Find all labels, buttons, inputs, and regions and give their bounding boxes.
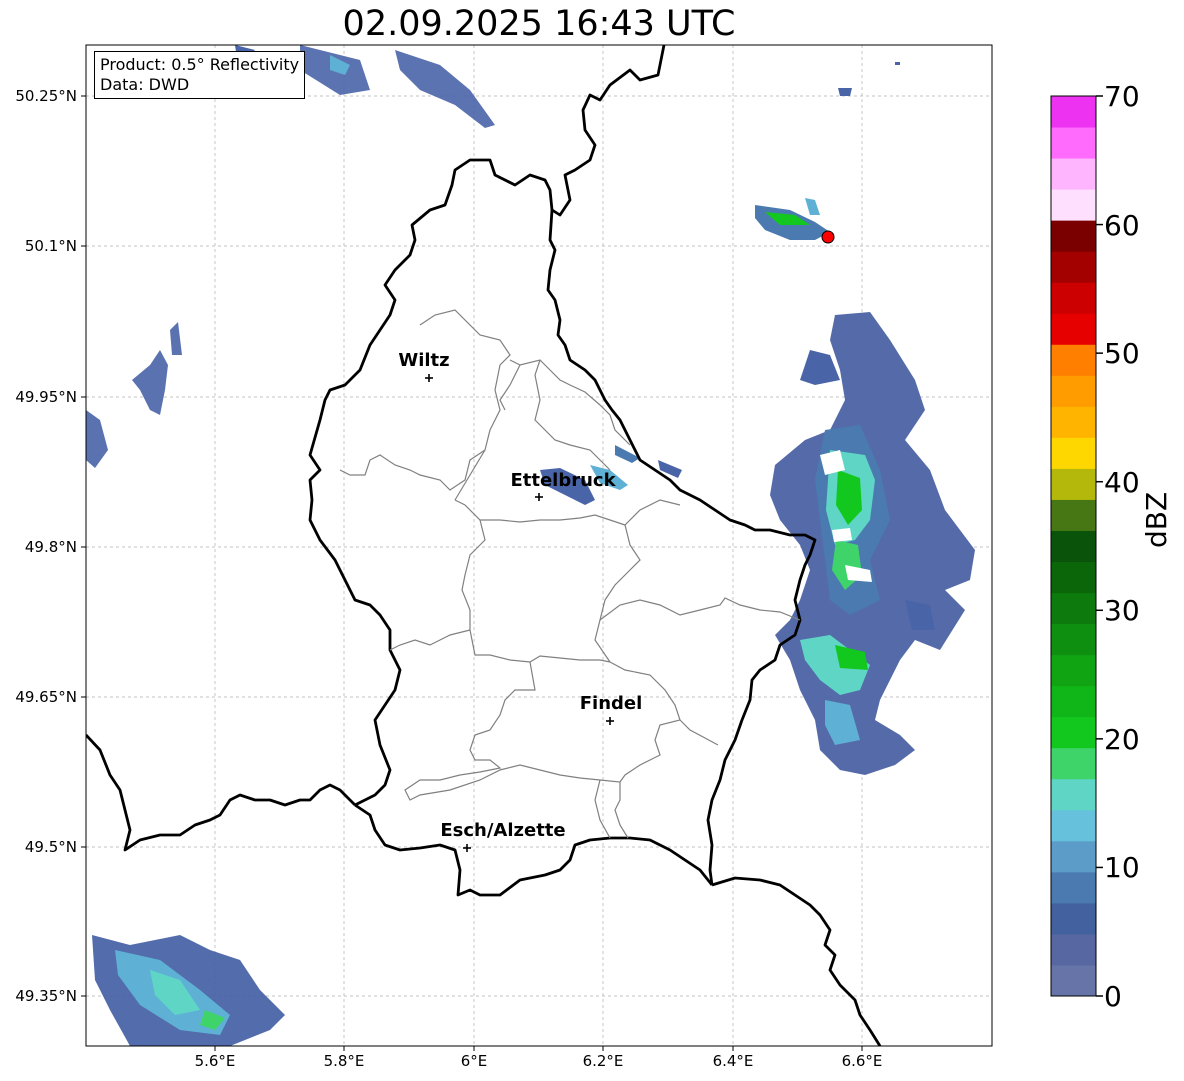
colorbar-segment (1051, 871, 1096, 904)
lon-label: 6.6°E (841, 1052, 883, 1070)
colorbar-segment (1051, 778, 1096, 811)
colorbar-segment (1051, 251, 1096, 283)
lon-label: 6.4°E (712, 1052, 754, 1070)
colorbar-segment (1051, 189, 1096, 221)
axis-ticks (81, 95, 863, 1051)
lat-label: 49.5°N (24, 838, 77, 856)
colorbar-segment (1051, 902, 1096, 935)
city-label-findel: Findel (579, 693, 643, 714)
colorbar-tick-label: 0 (1104, 980, 1122, 1013)
colorbar-segment (1051, 499, 1096, 531)
lon-label: 5.8°E (323, 1052, 365, 1070)
colorbar-segment (1051, 437, 1096, 469)
lat-label: 50.25°N (15, 87, 77, 105)
colorbar-tick-label: 40 (1104, 466, 1140, 499)
colorbar (1050, 95, 1097, 997)
lat-label: 50.1°N (24, 237, 77, 255)
lon-label: 5.6°E (194, 1052, 236, 1070)
radar-map[interactable] (0, 0, 1184, 1081)
colorbar-segment (1051, 406, 1096, 438)
colorbar-unit: dBZ (1140, 491, 1173, 548)
colorbar-tick-label: 20 (1104, 723, 1140, 756)
colorbar-ticks (1096, 95, 1103, 997)
reflectivity-echoes (86, 45, 975, 1046)
lon-label: 6°E (460, 1052, 488, 1070)
lat-label: 49.95°N (15, 388, 77, 406)
colorbar-segment (1051, 654, 1096, 687)
radar-site-marker[interactable] (821, 230, 835, 244)
colorbar-segment (1051, 282, 1096, 314)
city-markers (425, 374, 614, 852)
colorbar-segment (1051, 96, 1096, 128)
colorbar-tick-label: 70 (1104, 80, 1140, 113)
colorbar-segment (1051, 623, 1096, 656)
city-label-esch-alzette: Esch/Alzette (440, 820, 566, 841)
colorbar-tick-label: 30 (1104, 594, 1140, 627)
colorbar-segment (1051, 716, 1096, 749)
lat-label: 49.35°N (15, 987, 77, 1005)
data-source-label: Data: DWD (100, 75, 190, 94)
colorbar-segment (1051, 840, 1096, 873)
colorbar-segment (1051, 933, 1096, 966)
colorbar-segment (1051, 561, 1096, 594)
colorbar-segment (1051, 530, 1096, 563)
colorbar-segment (1051, 158, 1096, 190)
colorbar-tick-label: 10 (1104, 851, 1140, 884)
country-borders (86, 45, 882, 1046)
colorbar-tick-label: 60 (1104, 209, 1140, 242)
colorbar-segment (1051, 313, 1096, 345)
colorbar-segment (1051, 220, 1096, 252)
lat-label: 49.65°N (15, 688, 77, 706)
colorbar-segment (1051, 344, 1096, 376)
info-box: Product: 0.5° Reflectivity Data: DWD (94, 51, 306, 99)
lat-label: 49.8°N (24, 538, 77, 556)
colorbar-tick-label: 50 (1104, 337, 1140, 370)
canton-borders (339, 309, 801, 839)
colorbar-segment (1051, 127, 1096, 159)
city-label-ettelbruck: Ettelbruck (510, 470, 616, 491)
colorbar-segment (1051, 375, 1096, 407)
colorbar-segment (1051, 809, 1096, 842)
lon-label: 6.2°E (582, 1052, 624, 1070)
colorbar-segment (1051, 964, 1096, 997)
product-label: Product: 0.5° Reflectivity (100, 55, 300, 74)
colorbar-segment (1051, 685, 1096, 718)
colorbar-segment (1051, 747, 1096, 780)
city-label-wiltz: Wiltz (398, 350, 450, 371)
colorbar-segment (1051, 468, 1096, 500)
colorbar-segment (1051, 592, 1096, 625)
